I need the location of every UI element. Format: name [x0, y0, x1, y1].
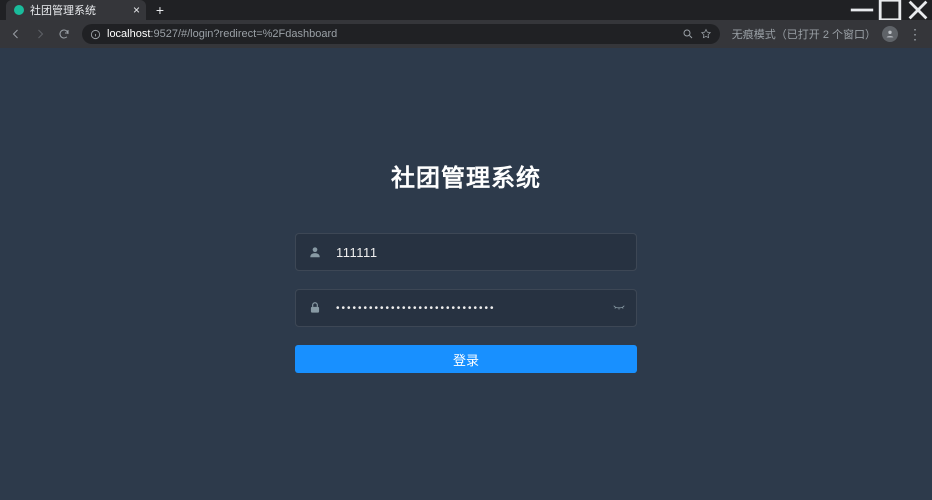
login-submit-button[interactable]: 登录	[295, 345, 637, 373]
page-viewport: 社团管理系统 登录	[0, 48, 932, 500]
window-maximize-button[interactable]	[876, 0, 904, 20]
browser-toolbar: localhost:9527/#/login?redirect=%2Fdashb…	[0, 20, 932, 48]
password-input[interactable]	[328, 303, 624, 314]
nav-back-button[interactable]	[6, 24, 26, 44]
nav-forward-button[interactable]	[30, 24, 50, 44]
tab-title: 社团管理系统	[30, 2, 138, 18]
browser-tab-active[interactable]: 社团管理系统 ×	[6, 0, 146, 20]
tab-favicon	[14, 5, 24, 15]
login-title: 社团管理系统	[295, 158, 637, 193]
tab-close-icon[interactable]: ×	[133, 4, 140, 16]
nav-reload-button[interactable]	[54, 24, 74, 44]
profile-avatar-icon[interactable]	[882, 26, 898, 42]
zoom-icon[interactable]	[682, 28, 694, 40]
username-input[interactable]	[328, 245, 624, 260]
username-field[interactable]	[295, 233, 637, 271]
incognito-label: 无痕模式（已打开 2 个窗口）	[732, 26, 876, 42]
window-close-button[interactable]	[904, 0, 932, 20]
toggle-password-visibility-icon[interactable]	[612, 301, 626, 315]
address-bar[interactable]: localhost:9527/#/login?redirect=%2Fdashb…	[82, 24, 720, 44]
browser-menu-icon[interactable]: ⋮	[904, 26, 926, 43]
lock-icon	[308, 301, 328, 315]
bookmark-star-icon[interactable]	[700, 28, 712, 40]
site-info-icon[interactable]	[90, 29, 101, 40]
browser-titlebar: 社团管理系统 × +	[0, 0, 932, 20]
login-form: 社团管理系统 登录	[295, 158, 637, 373]
window-minimize-button[interactable]	[848, 0, 876, 20]
password-field[interactable]	[295, 289, 637, 327]
url-text: localhost:9527/#/login?redirect=%2Fdashb…	[107, 28, 676, 40]
window-controls	[848, 0, 932, 20]
user-icon	[308, 245, 328, 259]
new-tab-button[interactable]: +	[150, 0, 170, 20]
